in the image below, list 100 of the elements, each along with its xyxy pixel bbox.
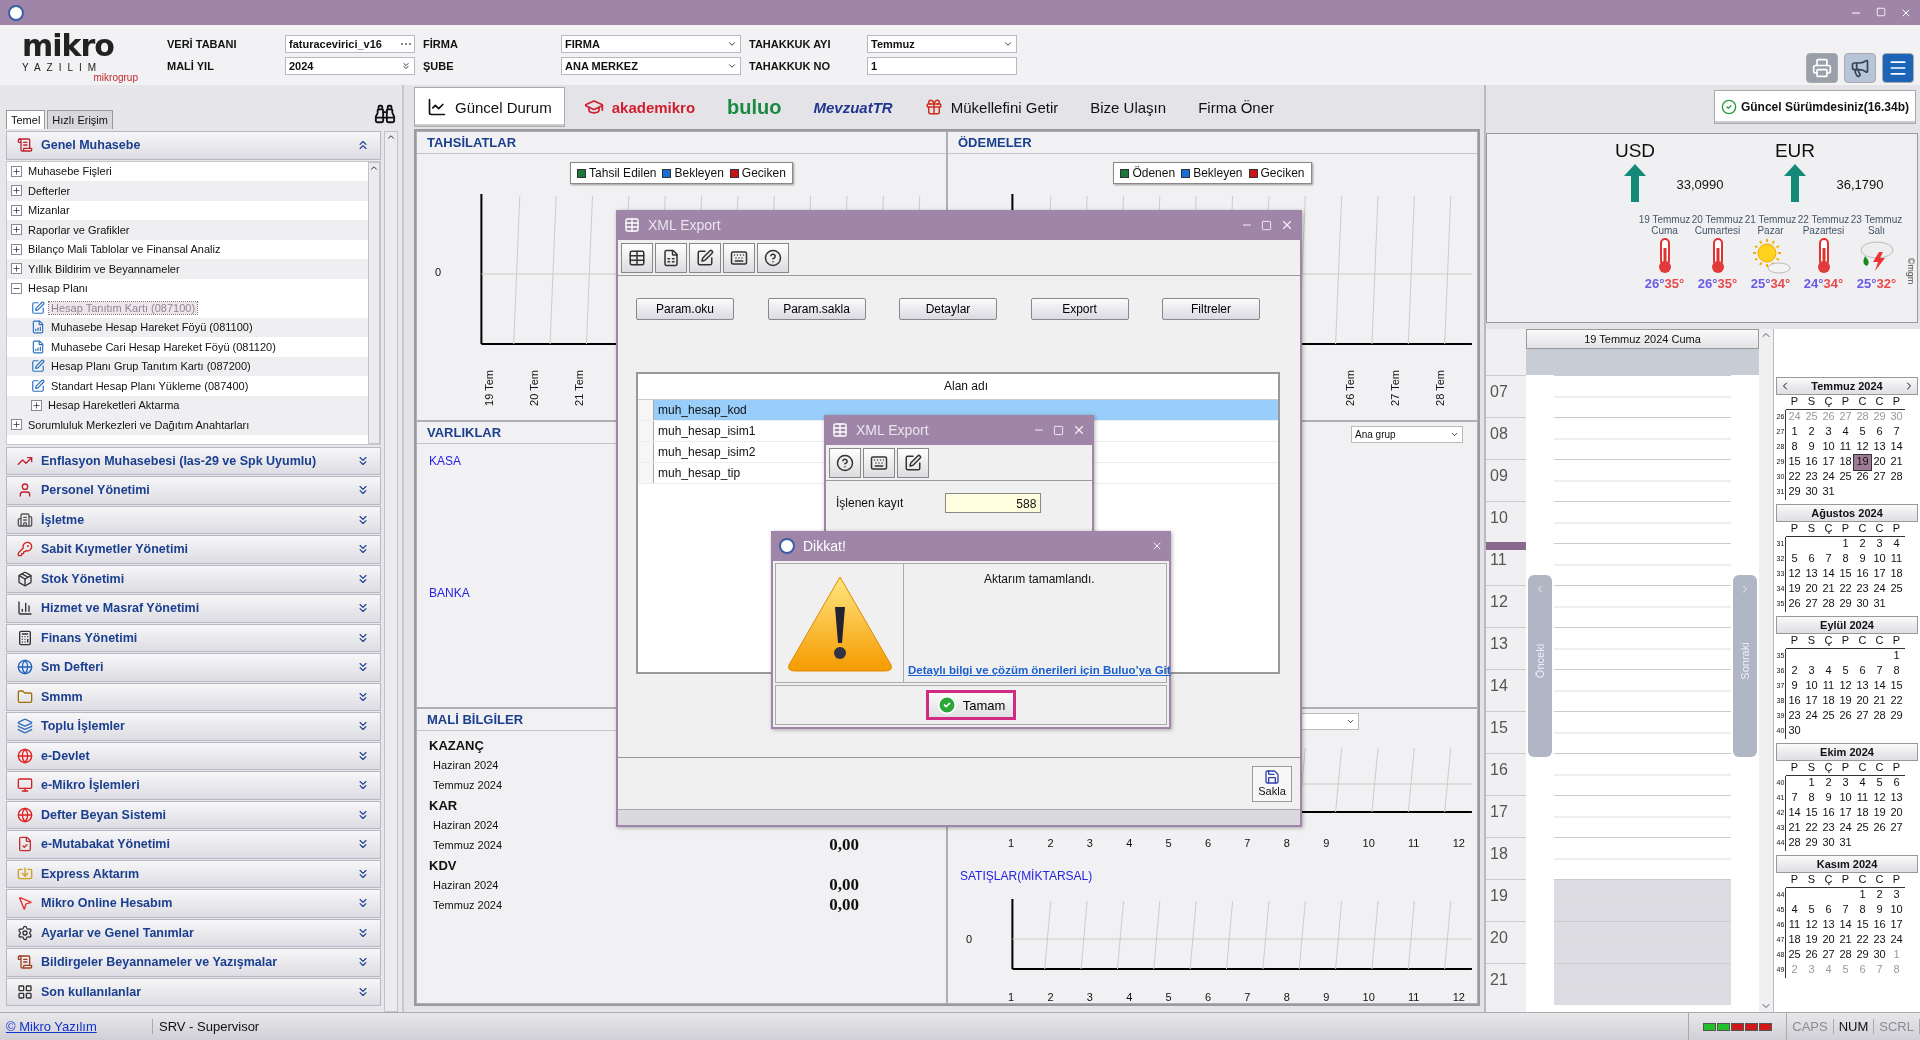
calendar-day[interactable]: 26 [1786, 597, 1803, 612]
calendar-day[interactable]: 29 [1837, 597, 1854, 612]
tree-item[interactable]: Standart Hesap Planı Yükleme (087400) [49, 379, 251, 392]
calendar-day[interactable]: 1 [1786, 425, 1803, 440]
section-header[interactable]: Enflasyon Muhasebesi (Ias-29 ve Spk Uyumlu) [6, 446, 381, 475]
calendar-day[interactable]: 5 [1837, 664, 1854, 679]
section-header[interactable]: e-Devlet [6, 741, 381, 770]
calendar-day[interactable]: 3 [1871, 537, 1888, 552]
calendar-day[interactable]: 12 [1803, 918, 1820, 933]
calendar-day[interactable]: 29 [1786, 485, 1803, 500]
calendar-day[interactable]: 7 [1820, 552, 1837, 567]
calendar-day[interactable]: 14 [1820, 567, 1837, 582]
calendar-day[interactable]: 22 [1888, 694, 1905, 709]
help-button[interactable] [757, 242, 789, 273]
calendar-day[interactable]: 28 [1837, 948, 1854, 963]
calendar-day[interactable]: 25 [1820, 709, 1837, 724]
section-header[interactable]: Bildirgeler Beyannameler ve Yazışmalar [6, 948, 381, 977]
calendar-day[interactable]: 3 [1837, 776, 1854, 791]
calendar-day[interactable]: 30 [1854, 597, 1871, 612]
tree-item[interactable]: Defterler [26, 184, 73, 197]
calendar-day[interactable]: 17 [1888, 918, 1905, 933]
calendar-day[interactable]: 3 [1820, 425, 1837, 440]
calendar-day[interactable]: 31 [1871, 597, 1888, 612]
section-header[interactable]: Mikro Online Hesabım [6, 889, 381, 918]
calendar-day[interactable]: 4 [1854, 776, 1871, 791]
calendar-day[interactable]: 28 [1888, 470, 1905, 485]
calendar-day[interactable]: 5 [1871, 776, 1888, 791]
calendar-day[interactable]: 18 [1820, 694, 1837, 709]
calendar-day[interactable]: 5 [1803, 903, 1820, 918]
section-header[interactable]: e-Mutabakat Yönetimi [6, 830, 381, 859]
calendar-day[interactable]: 15 [1803, 806, 1820, 821]
calendar-day[interactable]: 25 [1786, 948, 1803, 963]
calendar-day[interactable]: 1 [1803, 776, 1820, 791]
calendar-day[interactable]: 12 [1871, 791, 1888, 806]
calendar-day[interactable]: 20 [1871, 455, 1888, 470]
section-header[interactable]: Express Aktarım [6, 859, 381, 888]
calendar-day[interactable]: 21 [1786, 821, 1803, 836]
calendar-day[interactable]: 18 [1888, 567, 1905, 582]
calendar-day[interactable]: 16 [1803, 455, 1820, 470]
table-cell[interactable]: muh_hesap_isim1 [654, 421, 760, 441]
calendar-day[interactable]: 20 [1820, 933, 1837, 948]
calendar-day[interactable]: 23 [1854, 582, 1871, 597]
calendar-day[interactable]: 17 [1837, 806, 1854, 821]
calendar-day[interactable]: 1 [1837, 537, 1854, 552]
calendar-day[interactable]: 4 [1820, 664, 1837, 679]
calendar-day[interactable]: 19 [1786, 582, 1803, 597]
calendar-day[interactable]: 7 [1786, 791, 1803, 806]
help-link[interactable]: Detaylı bilgi ve çözüm önerileri için Buluo’ya Git [908, 664, 1171, 676]
section-header[interactable]: Toplu İşlemler [6, 712, 381, 741]
help-button[interactable] [829, 447, 861, 478]
calendar-day[interactable]: 31 [1837, 836, 1854, 851]
maximize-icon[interactable] [1053, 424, 1064, 436]
section-header[interactable]: e-Mikro İşlemleri [6, 771, 381, 800]
section-header[interactable]: Sm Defteri [6, 653, 381, 682]
calendar-day[interactable]: 3 [1803, 664, 1820, 679]
calendar-day[interactable]: 1 [1854, 888, 1871, 903]
calendar-day[interactable]: 28 [1786, 836, 1803, 851]
calendar-day[interactable]: 30 [1820, 836, 1837, 851]
calendar-day[interactable]: 20 [1888, 806, 1905, 821]
section-header[interactable]: Ayarlar ve Genel Tanımlar [6, 918, 381, 947]
section-header[interactable]: Genel Muhasebe [6, 131, 381, 160]
calendar-day[interactable]: 11 [1786, 918, 1803, 933]
calendar-day[interactable]: 18 [1854, 806, 1871, 821]
tree-item[interactable]: Raporlar ve Grafikler [26, 223, 132, 236]
tree-item[interactable]: Bilanço Mali Tablolar ve Finansal Analiz [26, 243, 223, 256]
calendar-day[interactable]: 14 [1837, 918, 1854, 933]
calendar-day[interactable]: 25 [1888, 582, 1905, 597]
calendar-day[interactable]: 11 [1854, 791, 1871, 806]
table-cell[interactable]: muh_hesap_isim2 [654, 442, 760, 462]
expand-icon[interactable] [11, 419, 22, 431]
calendar-day[interactable]: 5 [1854, 425, 1871, 440]
calendar-day[interactable]: 13 [1854, 679, 1871, 694]
calendar-day[interactable]: 30 [1786, 724, 1803, 739]
calendar-day[interactable]: 23 [1871, 933, 1888, 948]
calendar-day[interactable]: 21 [1888, 455, 1905, 470]
tab[interactable]: akademikro [570, 87, 709, 127]
expand-icon[interactable] [11, 165, 22, 177]
calendar-day[interactable]: 21 [1871, 694, 1888, 709]
section-header[interactable]: Son kullanılanlar [6, 977, 381, 1006]
button[interactable]: Param.sakla [767, 298, 866, 320]
calendar-day[interactable]: 17 [1820, 455, 1837, 470]
collapse-icon[interactable] [11, 282, 22, 294]
calendar-day[interactable]: 1 [1888, 649, 1905, 664]
scrollbar[interactable] [368, 161, 380, 444]
expand-icon[interactable] [11, 185, 22, 197]
calendar-day[interactable]: 18 [1837, 455, 1854, 470]
calendar-day[interactable]: 11 [1820, 679, 1837, 694]
tab[interactable]: Hızlı Erişim [47, 110, 113, 129]
calendar-day[interactable]: 2 [1871, 888, 1888, 903]
table-cell[interactable]: muh_hesap_tip [654, 463, 745, 483]
calendar-day[interactable]: 26 [1803, 948, 1820, 963]
calendar-day[interactable]: 6 [1854, 664, 1871, 679]
calendar-day[interactable]: 15 [1854, 918, 1871, 933]
close-icon[interactable] [1151, 540, 1163, 552]
calendar-day[interactable]: 28 [1871, 709, 1888, 724]
edit-button[interactable] [689, 242, 721, 273]
calendar-day[interactable]: 5 [1786, 552, 1803, 567]
calendar-day[interactable]: 7 [1837, 903, 1854, 918]
calendar-day[interactable]: 8 [1837, 552, 1854, 567]
calendar-day[interactable]: 3 [1888, 888, 1905, 903]
